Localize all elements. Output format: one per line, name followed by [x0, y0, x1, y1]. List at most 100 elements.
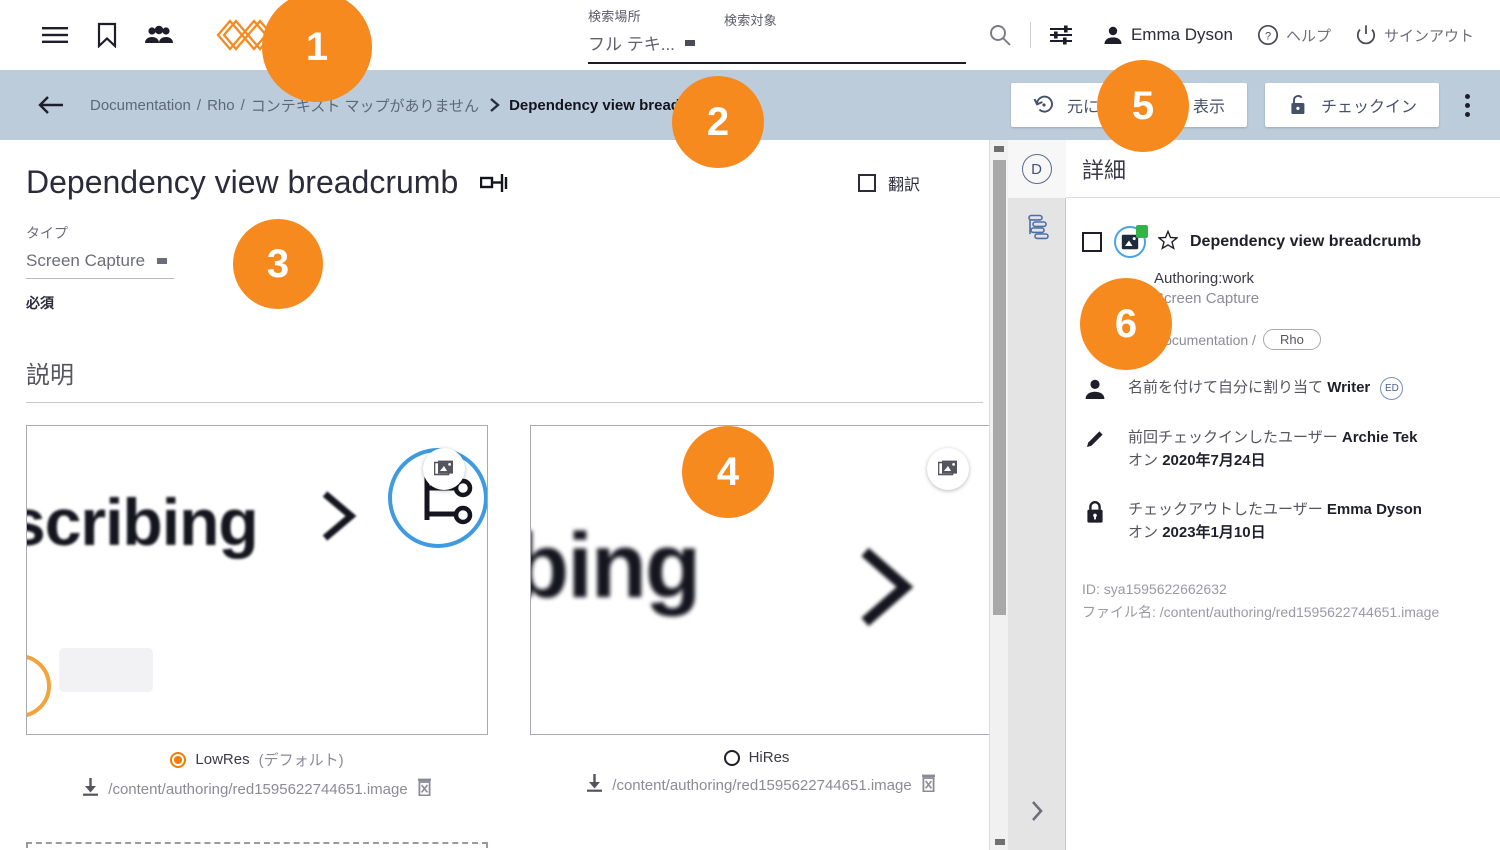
pencil-icon: [1082, 426, 1108, 450]
document-editor-pane: Dependency view breadcrumb 翻訳 タイプ Screen: [0, 140, 1008, 850]
breadcrumb-item-root[interactable]: Documentation: [90, 97, 191, 114]
rendition-radio-row[interactable]: HiRes: [530, 749, 992, 766]
collapse-panel-button[interactable]: [1008, 798, 1066, 824]
rendition-image-badge[interactable]: [423, 448, 465, 490]
bookmark-icon[interactable]: [92, 20, 122, 50]
rendition-item: scribing LowRes (デフォルト) /content/authori…: [26, 425, 488, 850]
preview-chevron-icon: [322, 491, 357, 541]
download-icon[interactable]: [586, 774, 603, 796]
filter-settings-icon[interactable]: [1037, 24, 1085, 46]
rendition-preview[interactable]: scribing: [26, 425, 488, 735]
search-target-field[interactable]: 検索対象: [724, 10, 964, 60]
scroll-up-button[interactable]: [990, 140, 1008, 157]
rendition-image-badge[interactable]: [927, 448, 969, 490]
meta-value: Writer: [1327, 379, 1371, 396]
rendition-radio[interactable]: [723, 749, 740, 766]
meta-label: 前回チェックインしたユーザー: [1128, 429, 1338, 446]
tab-details[interactable]: D: [1007, 140, 1066, 198]
meta-text-assignee: 名前を付けて自分に割り当て Writer ED: [1128, 376, 1428, 400]
dependency-view-icon[interactable]: [480, 171, 508, 195]
undo-icon: [1033, 95, 1053, 113]
preview-chevron-icon: [861, 547, 914, 627]
lock-icon: [1082, 498, 1108, 524]
top-right-group: Emma Dyson ? ヘルプ サインアウト: [976, 0, 1474, 70]
panel-tabstrip: D: [1007, 140, 1066, 850]
translate-label: 翻訳: [887, 176, 920, 194]
favorite-star-icon[interactable]: [1157, 229, 1179, 255]
breadcrumb-actions: 元に戻す 表示 チェックイン: [1010, 83, 1478, 127]
help-link[interactable]: ? ヘルプ: [1257, 24, 1331, 46]
details-state: Authoring:work: [1154, 270, 1255, 287]
rendition-radio-row[interactable]: LowRes (デフォルト): [26, 749, 488, 770]
rendition-path[interactable]: /content/authoring/red1595622744651.imag…: [612, 777, 911, 794]
delete-icon[interactable]: [417, 778, 432, 800]
help-icon: ?: [1257, 24, 1279, 46]
details-path-pill[interactable]: Rho: [1262, 329, 1321, 350]
signout-link[interactable]: サインアウト: [1355, 24, 1474, 46]
meta-label: 名前を付けて自分に割り当て: [1128, 379, 1324, 396]
preview-placeholder-block: [59, 648, 153, 692]
download-icon[interactable]: [82, 778, 99, 800]
meta-row-checkout: チェックアウトしたユーザー Emma Dyson オン 2023年1月10日: [1082, 498, 1484, 544]
rendition-name: HiRes: [748, 749, 790, 766]
delete-icon[interactable]: [921, 774, 936, 796]
rendition-name: LowRes: [195, 751, 250, 768]
meta-value: Emma Dyson: [1326, 501, 1422, 518]
search-location-select[interactable]: フル テキ...: [588, 30, 708, 60]
required-label: 必須: [26, 295, 54, 311]
document-title-row: Dependency view breadcrumb 翻訳: [26, 164, 982, 201]
meta-label-mid: オン: [1128, 452, 1159, 469]
type-select[interactable]: Screen Capture: [26, 243, 174, 279]
signout-label: サインアウト: [1383, 27, 1474, 45]
breadcrumb-separator: /: [240, 96, 245, 114]
search-target-label: 検索対象: [724, 13, 777, 28]
rendition-path[interactable]: /content/authoring/red1595622744651.imag…: [108, 781, 407, 798]
main-scrollbar[interactable]: [989, 140, 1008, 850]
rendition-radio[interactable]: [170, 751, 187, 768]
meta-row-last-checkin: 前回チェックインしたユーザー Archie Tek オン 2020年7月24日: [1082, 426, 1484, 472]
type-field-label: タイプ: [26, 225, 68, 241]
user-name: Emma Dyson: [1130, 25, 1233, 44]
details-identifiers: ID: sya1595622662632 ファイル名: /content/aut…: [1082, 578, 1484, 624]
breadcrumb-item-context[interactable]: コンテキスト マップがありません: [251, 95, 479, 116]
back-arrow-icon[interactable]: [38, 95, 64, 115]
translate-checkbox[interactable]: [857, 173, 876, 192]
meta-label: チェックアウトしたユーザー: [1128, 501, 1323, 518]
document-scroll-region: Dependency view breadcrumb 翻訳 タイプ Screen: [0, 140, 1008, 850]
annotation-badge-4: 4: [682, 426, 774, 518]
translate-toggle[interactable]: 翻訳: [857, 171, 982, 195]
search-location-field[interactable]: 検索場所 フル テキ...: [588, 6, 708, 60]
scrollbar-thumb[interactable]: [993, 160, 1006, 615]
svg-text:?: ?: [1265, 31, 1271, 43]
meta-label-mid: オン: [1128, 524, 1159, 541]
meta-row-assignee: 名前を付けて自分に割り当て Writer ED: [1082, 376, 1484, 400]
file-dropzone[interactable]: [26, 842, 488, 850]
select-item-checkbox[interactable]: [1082, 232, 1102, 252]
lock-badge-icon: [1136, 225, 1148, 238]
divider: [1029, 22, 1031, 48]
details-content: Dependency view breadcrumb Authoring:wor…: [1066, 198, 1500, 624]
search-input[interactable]: [724, 34, 964, 60]
scroll-down-button[interactable]: [990, 833, 1009, 850]
tab-details-label: D: [1021, 154, 1052, 184]
avatar[interactable]: ED: [1380, 376, 1404, 400]
search-icon[interactable]: [976, 23, 1024, 47]
breadcrumb-item-project[interactable]: Rho: [207, 97, 235, 114]
checkin-button[interactable]: チェックイン: [1264, 83, 1439, 127]
chevron-down-icon: [684, 39, 695, 46]
user-menu[interactable]: Emma Dyson: [1103, 25, 1233, 45]
hamburger-menu-icon[interactable]: [40, 20, 70, 50]
description-heading: 説明: [26, 355, 983, 403]
checkin-label: チェックイン: [1320, 99, 1417, 116]
chevron-right-icon: [488, 97, 500, 113]
person-icon: [1104, 26, 1122, 44]
more-options-icon[interactable]: [1457, 88, 1478, 123]
image-stack-icon: [434, 460, 453, 476]
tab-dependencies[interactable]: [1008, 198, 1066, 256]
details-path: Documentation / Rho: [1154, 329, 1484, 350]
annotation-badge-6: 6: [1080, 278, 1172, 370]
image-stack-icon: [938, 460, 957, 476]
page-title: Dependency view breadcrumb: [26, 164, 459, 200]
people-icon[interactable]: [144, 20, 174, 50]
annotation-badge-5: 5: [1097, 60, 1189, 152]
